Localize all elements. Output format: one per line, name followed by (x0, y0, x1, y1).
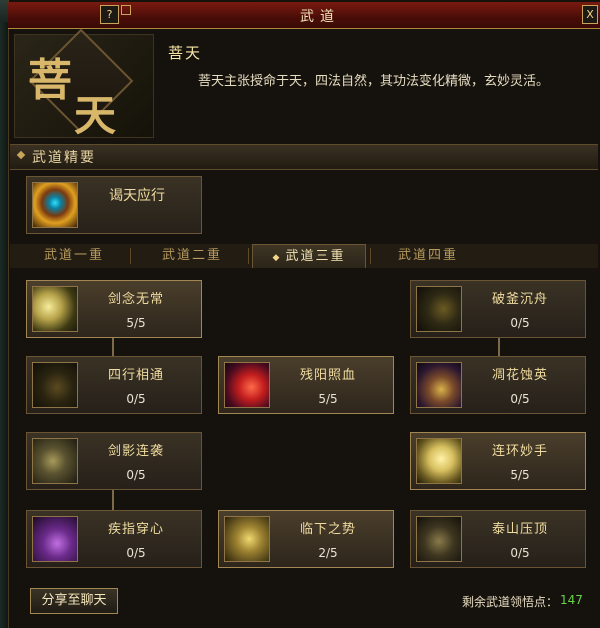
skill-level: 0/5 (126, 468, 146, 482)
skill-name: 连环妙手 (491, 444, 548, 459)
essential-skill-icon[interactable] (32, 182, 78, 228)
tree-connector (498, 336, 500, 356)
skill-name: 残阳照血 (299, 368, 356, 383)
piercing-finger-icon[interactable] (32, 516, 78, 562)
four-elements-icon[interactable] (32, 362, 78, 408)
diamond-icon: ◆ (272, 253, 282, 263)
skill-name: 凋花蚀英 (491, 368, 548, 383)
withered-flower-icon[interactable] (416, 362, 462, 408)
skill-name: 四行相通 (107, 368, 164, 383)
skill-name: 泰山压顶 (491, 522, 548, 537)
tab-separator (248, 248, 249, 264)
blood-sunset-icon[interactable] (224, 362, 270, 408)
skill-name: 疾指穿心 (107, 522, 164, 537)
tree-connector (112, 490, 114, 510)
essential-skill-name: 谒天应行 (109, 188, 165, 204)
close-button[interactable]: X (582, 5, 598, 24)
tab-tier-3-label: 武道三重 (285, 249, 346, 264)
skill-level: 5/5 (126, 316, 146, 330)
tab-separator (370, 248, 371, 264)
burn-boats-icon[interactable] (416, 286, 462, 332)
remaining-points-label: 剩余武道领悟点： (461, 595, 558, 609)
shadow-strike-icon[interactable] (32, 438, 78, 484)
tab-tier-4[interactable]: 武道四重 (378, 244, 478, 268)
help-button[interactable]: ? (100, 5, 119, 24)
skill-level: 5/5 (318, 392, 338, 406)
sword-thought-icon[interactable] (32, 286, 78, 332)
skill-name: 临下之势 (299, 522, 356, 537)
mountain-crush-icon[interactable] (416, 516, 462, 562)
game-background (0, 0, 8, 628)
skill-level: 2/5 (318, 546, 338, 560)
chain-hand-icon[interactable] (416, 438, 462, 484)
skill-level: 0/5 (126, 392, 146, 406)
tab-tier-2[interactable]: 武道二重 (142, 244, 242, 268)
overhead-stance-icon[interactable] (224, 516, 270, 562)
tab-tier-1[interactable]: 武道一重 (24, 244, 124, 268)
title-corner-left (121, 5, 131, 15)
school-description: 菩天主张授命于天，四法自然，其功法变化精微，玄妙灵活。 (198, 74, 550, 89)
skill-name: 剑影连袭 (107, 444, 164, 459)
skill-name: 破釜沉舟 (491, 292, 548, 307)
skill-level: 5/5 (510, 468, 530, 482)
skill-level: 0/5 (510, 392, 530, 406)
school-name: 菩天 (168, 44, 203, 62)
skill-level: 0/5 (126, 546, 146, 560)
tab-tier-3[interactable]: ◆ 武道三重 (252, 244, 366, 269)
essentials-section-title: 武道精要 (32, 150, 96, 166)
emblem-character-1: 菩 (28, 55, 72, 106)
share-to-chat-button[interactable]: 分享至聊天 (30, 588, 118, 614)
remaining-points-value: 147 (560, 593, 583, 607)
tree-connector (112, 336, 114, 356)
tab-separator (130, 248, 131, 264)
window-title: 武道 (300, 9, 340, 25)
skill-name: 剑念无常 (107, 292, 164, 307)
skill-level: 0/5 (510, 316, 530, 330)
skill-level: 0/5 (510, 546, 530, 560)
emblem-character-2: 天 (74, 91, 117, 140)
